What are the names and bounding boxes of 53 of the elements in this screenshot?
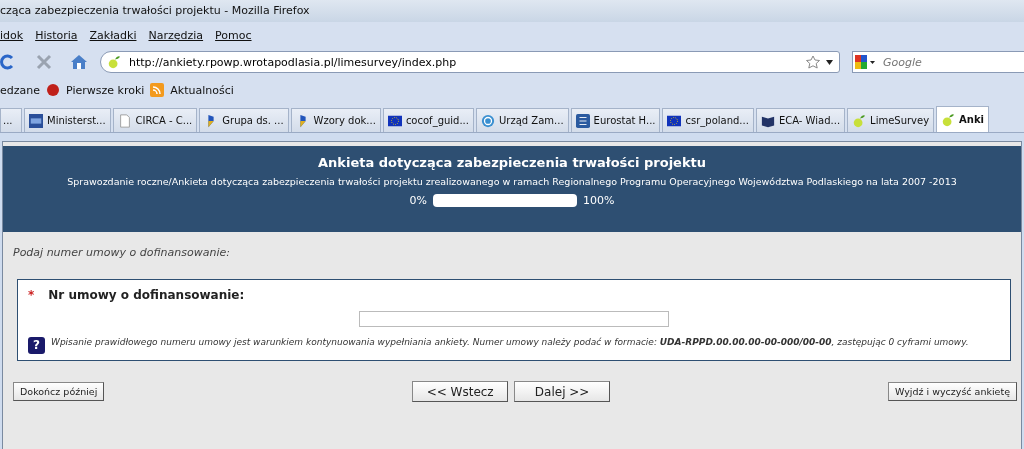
progress-end-label: 100% <box>583 194 615 207</box>
browser-tab[interactable]: ECA- Wiad... <box>755 108 846 132</box>
lime-icon <box>852 113 867 128</box>
rss-icon <box>150 83 165 97</box>
browser-tab[interactable]: CIRCA - C... <box>112 108 198 132</box>
group-description: Podaj numer umowy o dofinansowanie: <box>12 245 231 259</box>
browser-tab[interactable]: Wzory dok... <box>290 108 381 132</box>
logo-icon <box>29 113 43 128</box>
browser-tab[interactable]: cocof_guid... <box>382 108 474 132</box>
help-text: Wpisanie prawidłowego numeru umowy jest warunkiem kontynuowania wypełniania ankiety. Numer umowy należy podać w formacie: UDA-RPPD.00.00.00-00-000/00-00, zastępując 0 cyframi umowy. <box>51 337 969 349</box>
next-button[interactable]: Dalej >> <box>514 381 611 402</box>
window-title: cząca zabezpieczenia trwałości projektu - Mozilla Firefox <box>0 0 1024 22</box>
reload-icon[interactable] <box>0 53 14 71</box>
survey-description: Sprawozdanie roczne/Ankieta dotycząca zabezpieczenia trwałości projektu zrealizowanego w ramach Regionalnego Programu Operacyjnego Województwa Podlaskiego na lata 2007 -2013 <box>66 176 958 187</box>
lime-icon <box>107 55 121 69</box>
dropdown-icon[interactable] <box>826 59 833 65</box>
lime-icon <box>941 112 956 127</box>
exit-button[interactable]: Wyjdź i wyczyść ankietę <box>888 382 1017 401</box>
browser-tab[interactable]: LimeSurvey <box>847 108 935 132</box>
address-field[interactable]: http://ankiety.rpowp.wrotapodlasia.pl/limesurvey/index.php <box>127 54 800 70</box>
browser-tab[interactable]: ... <box>0 108 22 132</box>
stat-icon <box>575 113 590 128</box>
stars-flag-icon <box>387 113 402 128</box>
menu-item[interactable]: Narzędzia <box>148 28 204 42</box>
search-bar[interactable]: Google <box>852 51 1024 73</box>
survey-title: Ankieta dotycząca zabezpieczenia trwałości projektu <box>316 155 708 170</box>
menu-item[interactable]: Zakładki <box>89 28 137 42</box>
bookmark-link[interactable]: edzane <box>0 83 40 97</box>
home-icon[interactable] <box>70 54 88 70</box>
browser-tab[interactable]: Urząd Zam... <box>476 108 569 132</box>
page-icon <box>117 113 132 128</box>
back-button[interactable]: << Wstecz <box>412 381 509 402</box>
star-icon[interactable] <box>806 55 820 69</box>
menu-item[interactable]: Pomoc <box>215 28 252 42</box>
circle-icon <box>481 113 495 128</box>
menu-item[interactable]: idok <box>0 28 24 42</box>
menu-item[interactable]: Historia <box>35 28 78 42</box>
browser-tab[interactable]: Anki <box>936 106 990 132</box>
browser-tab[interactable]: csr_poland... <box>662 108 754 132</box>
browser-tab[interactable]: Ministerst... <box>24 108 111 132</box>
help-icon: ? <box>28 337 45 354</box>
bookmark-link[interactable]: Pierwsze kroki <box>66 83 145 97</box>
address-bar[interactable]: http://ankiety.rpowp.wrotapodlasia.pl/limesurvey/index.php <box>100 51 840 73</box>
bookmark-link[interactable]: Aktualności <box>170 83 234 97</box>
finish-later-button[interactable]: Dokończ później <box>13 382 105 401</box>
browser-tab[interactable]: Eurostat H... <box>570 108 661 132</box>
stars-flag-icon <box>667 113 682 128</box>
required-mark: * <box>28 288 35 302</box>
browser-tab[interactable]: Grupa ds. ... <box>199 108 289 132</box>
search-engine-icon[interactable] <box>853 53 877 71</box>
question-label: Nr umowy o dofinansowanie: <box>48 288 245 302</box>
progress-start-label: 0% <box>409 194 427 207</box>
answer-field[interactable] <box>359 311 669 327</box>
